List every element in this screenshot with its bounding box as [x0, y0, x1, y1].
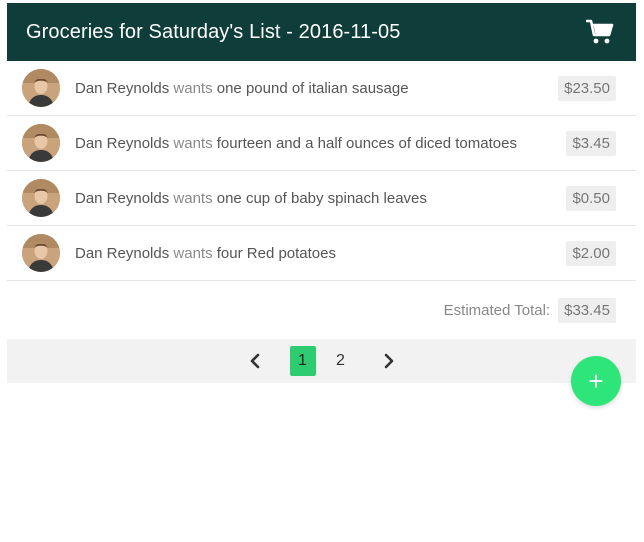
total-value: $33.45: [558, 297, 616, 323]
avatar: [22, 124, 60, 162]
total-label: Estimated Total:: [443, 301, 551, 319]
item-name: fourteen and a half ounces of diced toma…: [216, 134, 517, 152]
avatar: [22, 69, 60, 107]
requester-name: Dan Reynolds: [75, 244, 170, 262]
request-verb: wants: [173, 189, 213, 207]
price-badge: $3.45: [566, 130, 616, 156]
requester-name: Dan Reynolds: [75, 134, 170, 152]
avatar: [22, 179, 60, 217]
chevron-left-icon: [250, 353, 259, 369]
item-description: Dan Reynolds wants one cup of baby spina…: [75, 190, 566, 207]
list-item[interactable]: Dan Reynolds wants one cup of baby spina…: [7, 171, 636, 226]
item-name: four Red potatoes: [216, 244, 336, 262]
list-item[interactable]: Dan Reynolds wants one pound of italian …: [7, 61, 636, 116]
requester-name: Dan Reynolds: [75, 79, 170, 97]
pagination-page-2[interactable]: 2: [328, 346, 354, 376]
item-name: one pound of italian sausage: [216, 79, 409, 97]
price-badge: $0.50: [566, 185, 616, 211]
list-item[interactable]: Dan Reynolds wants four Red potatoes $2.…: [7, 226, 636, 281]
list-item[interactable]: Dan Reynolds wants fourteen and a half o…: [7, 116, 636, 171]
price-badge: $23.50: [558, 75, 616, 101]
item-description: Dan Reynolds wants one pound of italian …: [75, 80, 558, 97]
pagination-next-button[interactable]: [374, 346, 404, 376]
shopping-cart-icon[interactable]: [586, 19, 614, 45]
price-badge: $2.00: [566, 240, 616, 266]
add-item-button[interactable]: +: [571, 356, 621, 406]
item-description: Dan Reynolds wants four Red potatoes: [75, 245, 566, 262]
chevron-right-icon: [384, 353, 393, 369]
estimated-total: Estimated Total: $33.45: [7, 281, 636, 339]
pagination-page-1[interactable]: 1: [289, 346, 316, 376]
grocery-items-list: Dan Reynolds wants one pound of italian …: [7, 61, 636, 281]
grocery-list-card: Groceries for Saturday's List - 2016-11-…: [7, 0, 636, 383]
item-description: Dan Reynolds wants fourteen and a half o…: [75, 135, 566, 152]
request-verb: wants: [173, 244, 213, 262]
list-header: Groceries for Saturday's List - 2016-11-…: [7, 3, 636, 61]
request-verb: wants: [173, 79, 213, 97]
requester-name: Dan Reynolds: [75, 189, 170, 207]
pagination: 1 2: [7, 339, 636, 383]
avatar: [22, 234, 60, 272]
page-title: Groceries for Saturday's List - 2016-11-…: [26, 20, 401, 43]
pagination-prev-button[interactable]: [240, 346, 270, 376]
item-name: one cup of baby spinach leaves: [216, 189, 427, 207]
request-verb: wants: [173, 134, 213, 152]
